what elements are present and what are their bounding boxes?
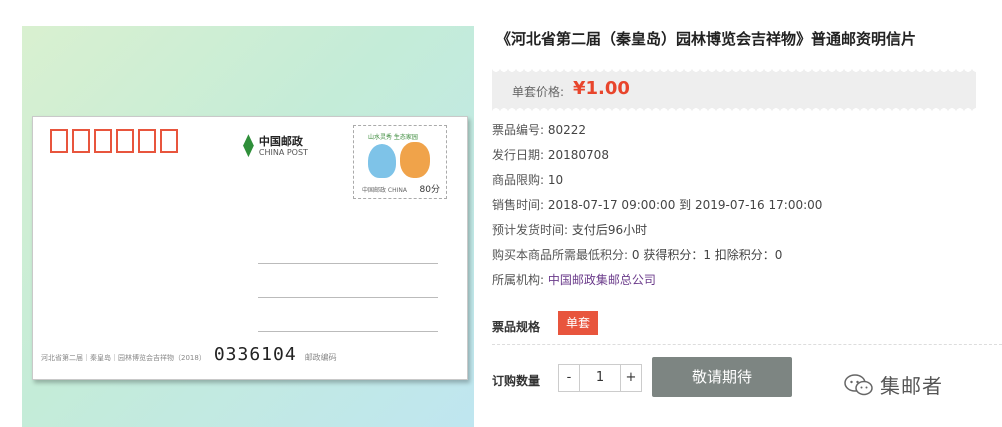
stamp-country: 中国邮政 CHINA: [362, 187, 407, 194]
info-row: 发行日期: 20180708: [492, 146, 822, 171]
watermark-text: 集邮者: [880, 374, 943, 398]
quantity-label: 订购数量: [492, 374, 541, 388]
divider: [492, 344, 1002, 345]
postcard: ⧫ 中国邮政 CHINA POST 山水灵秀 生态家园 中国邮政 CHINA 8…: [32, 116, 468, 380]
mascot-orange: [400, 142, 430, 178]
china-post-emblem-icon: ⧫: [243, 133, 254, 159]
zip-code-boxes: [50, 129, 178, 153]
info-value: 20180708: [547, 148, 609, 162]
product-image: ⧫ 中国邮政 CHINA POST 山水灵秀 生态家园 中国邮政 CHINA 8…: [22, 26, 474, 427]
price-value: ¥1.00: [573, 78, 630, 99]
info-key: 商品限购:: [492, 173, 545, 187]
china-post-logo: ⧫ 中国邮政 CHINA POST: [243, 135, 308, 158]
coming-soon-button[interactable]: 敬请期待: [652, 357, 792, 397]
info-key: 销售时间:: [492, 198, 545, 212]
info-row: 购买本商品所需最低积分: 0 获得积分：1 扣除积分：0: [492, 246, 822, 271]
info-value: 2018-07-17 09:00:00 到 2019-07-16 17:00:0…: [547, 198, 823, 212]
info-row: 所属机构: 中国邮政集邮总公司: [492, 271, 822, 296]
info-key: 购买本商品所需最低积分:: [492, 248, 629, 262]
stamp-value: 80分: [419, 185, 440, 195]
product-title: 《河北省第二届（秦皇岛）园林博览会吉祥物》普通邮资明信片: [496, 30, 917, 48]
postcard-number: 0336104: [213, 344, 297, 365]
stamp-caption: 山水灵秀 生态家园: [368, 134, 418, 141]
info-value: 10: [547, 173, 564, 187]
price-label: 单套价格:: [512, 85, 565, 99]
postage-stamp: 山水灵秀 生态家园 中国邮政 CHINA 80分: [353, 125, 447, 199]
postcard-caption: 河北省第二届｜秦皇岛｜园林博览会吉祥物（2018）: [41, 354, 206, 362]
mascot-blue: [368, 144, 396, 178]
postcard-footer: 河北省第二届｜秦皇岛｜园林博览会吉祥物（2018） 0336104 邮政编码: [41, 344, 337, 365]
postcard-number-label: 邮政编码: [304, 353, 337, 362]
watermark: 集邮者: [844, 370, 943, 399]
address-line: [258, 297, 438, 298]
info-key: 预计发货时间:: [492, 223, 569, 237]
price-band: [492, 68, 976, 112]
quantity-decrease-button[interactable]: -: [558, 364, 580, 392]
info-key: 票品编号:: [492, 123, 545, 137]
quantity-input[interactable]: 1: [580, 364, 620, 392]
quantity-increase-button[interactable]: +: [620, 364, 642, 392]
info-value: 支付后96小时: [571, 223, 648, 237]
spec-option-single-set[interactable]: 单套: [558, 311, 598, 335]
address-line: [258, 263, 438, 264]
wechat-icon: [844, 373, 873, 395]
spec-label: 票品规格: [492, 320, 541, 334]
info-value: 80222: [547, 123, 587, 137]
info-row: 票品编号: 80222: [492, 121, 822, 146]
product-info: 票品编号: 80222 发行日期: 20180708 商品限购: 10 销售时间…: [492, 121, 822, 296]
info-row: 商品限购: 10: [492, 171, 822, 196]
address-line: [258, 331, 438, 332]
organization-link[interactable]: 中国邮政集邮总公司: [548, 273, 656, 287]
info-value: 0 获得积分：1 扣除积分：0: [631, 248, 783, 262]
info-row: 预计发货时间: 支付后96小时: [492, 221, 822, 246]
info-row: 销售时间: 2018-07-17 09:00:00 到 2019-07-16 1…: [492, 196, 822, 221]
logo-en: CHINA POST: [258, 148, 308, 158]
info-key: 发行日期:: [492, 148, 545, 162]
info-key: 所属机构:: [492, 273, 545, 287]
logo-cn: 中国邮政: [258, 135, 303, 148]
